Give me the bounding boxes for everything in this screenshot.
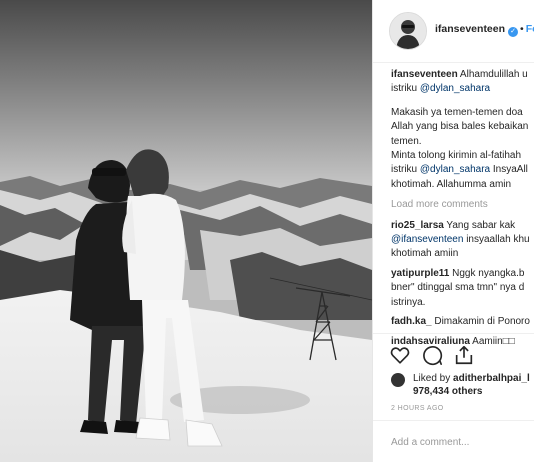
comment-username[interactable]: rio25_larsa: [391, 220, 444, 231]
comment-line: khotimah amiin: [391, 248, 459, 260]
comment-line: istrinya.: [391, 296, 426, 308]
liker-username[interactable]: aditherbalhpai_l: [453, 373, 530, 384]
comment-username[interactable]: yatipurple11: [391, 268, 449, 279]
separator-dot: •: [520, 23, 524, 35]
caption-line: ifanseventeen Alhamdulillah u: [391, 69, 528, 80]
likes-count[interactable]: 978,434 others: [413, 385, 530, 398]
caption-line: temen.: [391, 135, 422, 147]
comment-icon[interactable]: [421, 344, 443, 366]
header-username-row: ifanseventeen✓•Fo: [435, 23, 534, 37]
comments-section: ifanseventeen Alhamdulillah u istriku @d…: [391, 68, 534, 349]
post-photo[interactable]: [0, 0, 372, 462]
likes-text: Liked by aditherbalhpai_l 978,434 others: [413, 373, 530, 398]
action-bar: [373, 333, 534, 374]
comment-line: @ifanseventeen insyaallah khu: [391, 234, 530, 246]
comment-line: bner" dtinggal sma tmn" nya d: [391, 282, 525, 294]
add-comment-field[interactable]: Add a comment...: [373, 420, 534, 462]
mention-link[interactable]: @dylan_sahara: [420, 83, 490, 94]
comment-line: yatipurple11 Nggk nyangka.b: [391, 267, 525, 279]
post-side-panel: ifanseventeen✓•Fo ifanseventeen Alhamdul…: [372, 0, 534, 462]
mention-link[interactable]: @ifanseventeen: [391, 234, 463, 245]
header-username[interactable]: ifanseventeen: [435, 23, 505, 35]
share-icon[interactable]: [453, 344, 475, 366]
avatar-image: [390, 13, 426, 49]
caption-line: Makasih ya temen-temen doa: [391, 106, 523, 118]
load-more-comments-link[interactable]: Load more comments: [391, 198, 534, 212]
post-image: [0, 0, 372, 462]
liker-avatar[interactable]: [391, 373, 405, 387]
caption-line: Allah yang bisa bales kebaikan: [391, 121, 529, 133]
comment-line: rio25_larsa Yang sabar kak: [391, 219, 516, 231]
add-comment-placeholder: Add a comment...: [391, 437, 470, 448]
caption-line: istriku @dylan_sahara InsyaAll: [391, 164, 528, 176]
caption-line: istriku @dylan_sahara: [391, 83, 491, 95]
profile-avatar[interactable]: [389, 12, 427, 50]
caption-line: khotimah. Allahumma amin: [391, 178, 512, 190]
caption-line: Minta tolong kirimin al-fatihah: [391, 150, 522, 162]
comment-username[interactable]: fadh.ka_: [391, 316, 432, 327]
verified-badge-icon: ✓: [508, 27, 519, 37]
post-header: ifanseventeen✓•Fo: [373, 0, 534, 63]
follow-button[interactable]: Fo: [526, 23, 534, 35]
post-timestamp[interactable]: 2 HOURS AGO: [391, 405, 444, 412]
comment-line: fadh.ka_ Dimakamin di Ponoro: [391, 316, 530, 328]
mention-link[interactable]: @dylan_sahara: [420, 164, 490, 175]
caption-username[interactable]: ifanseventeen: [391, 69, 458, 80]
heart-icon[interactable]: [389, 344, 411, 366]
